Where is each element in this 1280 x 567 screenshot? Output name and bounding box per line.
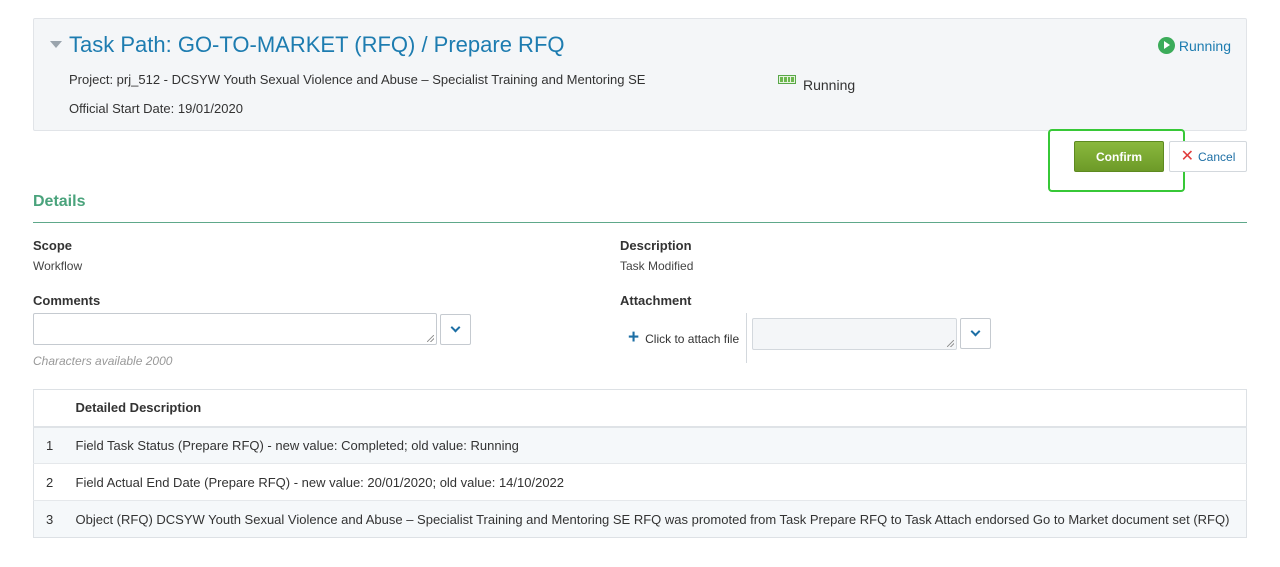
- battery-status-icon: [778, 75, 796, 84]
- plus-icon: +: [628, 327, 640, 348]
- row-number: 1: [33, 426, 76, 464]
- table-row: 2 Field Actual End Date (Prepare RFQ) - …: [33, 463, 1247, 501]
- chevron-down-icon: [450, 322, 461, 333]
- table-header-number: [33, 389, 76, 428]
- comments-label: Comments: [33, 293, 101, 308]
- description-value: Task Modified: [620, 259, 694, 273]
- collapse-caret-icon[interactable]: [50, 41, 62, 48]
- attachment-dropdown-button[interactable]: [960, 318, 991, 349]
- attachment-textarea[interactable]: [752, 318, 957, 350]
- scope-value: Workflow: [33, 259, 83, 273]
- task-status: Running: [1157, 37, 1231, 54]
- close-icon: ✕: [1180, 147, 1195, 165]
- comments-textarea[interactable]: [33, 313, 437, 345]
- description-label: Description: [620, 238, 692, 253]
- table-row: 3 Object (RFQ) DCSYW Youth Sexual Violen…: [33, 500, 1247, 538]
- table-row: 1 Field Task Status (Prepare RFQ) - new …: [33, 426, 1247, 464]
- row-description: Field Actual End Date (Prepare RFQ) - ne…: [75, 463, 1247, 501]
- chevron-down-icon: [970, 326, 981, 337]
- project-status: Running: [778, 73, 855, 93]
- scope-label: Scope: [33, 238, 73, 253]
- cancel-button[interactable]: ✕ Cancel: [1169, 141, 1247, 172]
- official-start-date: Official Start Date: 19/01/2020: [69, 101, 243, 116]
- project-status-label: Running: [803, 77, 856, 93]
- task-path-title: Task Path: GO-TO-MARKET (RFQ) / Prepare …: [69, 32, 565, 57]
- play-circle-icon: [1157, 37, 1175, 54]
- project-name: Project: prj_512 - DCSYW Youth Sexual Vi…: [69, 72, 646, 87]
- detailed-description-table: Detailed Description 1 Field Task Status…: [33, 389, 1247, 538]
- row-number: 3: [33, 500, 76, 538]
- characters-available-hint: Characters available 2000: [33, 354, 173, 368]
- table-header-row: Detailed Description: [33, 389, 1247, 428]
- attach-file-label: Click to attach file: [645, 332, 740, 346]
- attachment-label: Attachment: [620, 293, 692, 308]
- details-heading: Details: [33, 193, 86, 210]
- comments-dropdown-button[interactable]: [440, 314, 471, 345]
- row-number: 2: [33, 463, 76, 501]
- table-header-description: Detailed Description: [75, 389, 1247, 428]
- task-status-label: Running: [1178, 37, 1231, 54]
- row-description: Field Task Status (Prepare RFQ) - new va…: [75, 426, 1247, 464]
- task-header-panel: Task Path: GO-TO-MARKET (RFQ) / Prepare …: [33, 18, 1247, 131]
- confirm-button[interactable]: Confirm: [1074, 141, 1164, 172]
- details-divider: [33, 222, 1247, 223]
- attachment-divider: [746, 313, 747, 363]
- row-description: Object (RFQ) DCSYW Youth Sexual Violence…: [75, 500, 1247, 538]
- cancel-label: Cancel: [1198, 149, 1236, 164]
- attach-file-link[interactable]: + Click to attach file: [628, 328, 739, 347]
